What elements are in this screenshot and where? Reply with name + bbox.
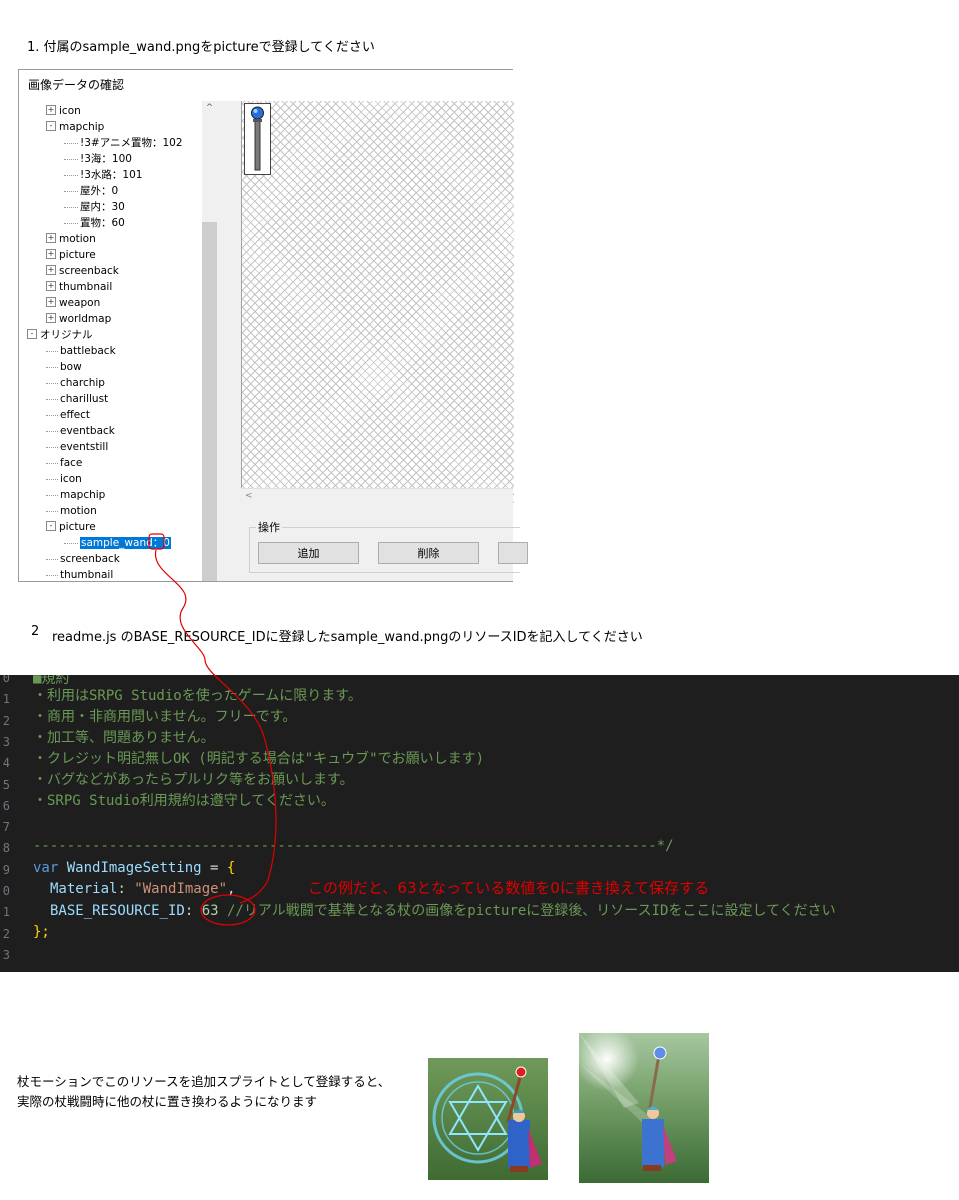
annotation-overlay xyxy=(148,533,277,926)
battle-scene-image xyxy=(428,1058,548,1180)
description-line: 杖モーションでこのリソースを追加スプライトとして登録すると、 xyxy=(17,1074,391,1089)
battle-scene-light xyxy=(579,1033,709,1183)
selection-circle xyxy=(148,533,165,550)
description-line: 実際の杖戦闘時に他の杖に置き換わるようになります xyxy=(17,1094,318,1109)
value-circle xyxy=(200,894,256,926)
battle-scene-image xyxy=(579,1033,709,1183)
annotation-arrow-line xyxy=(155,549,277,904)
battle-scene-magic-circle xyxy=(428,1058,548,1180)
description: 杖モーションでこのリソースを追加スプライトとして登録すると、 実際の杖戦闘時に他… xyxy=(17,1072,390,1112)
